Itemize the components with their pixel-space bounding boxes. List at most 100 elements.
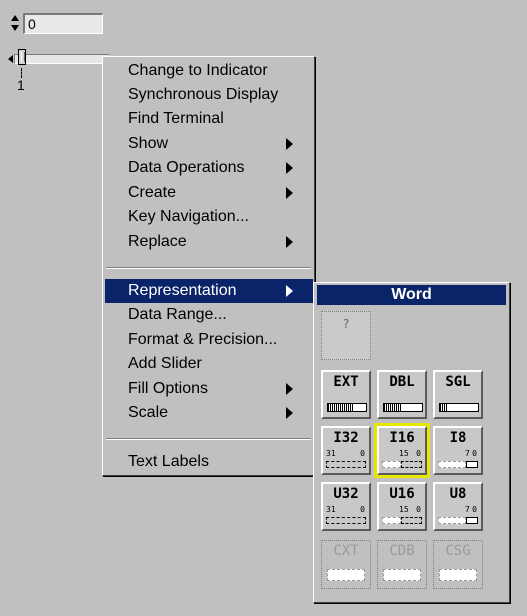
menu-item-label: Add Slider — [128, 355, 202, 372]
increment-arrow-icon[interactable] — [11, 15, 19, 21]
type-csg-button: CSG — [433, 540, 483, 589]
decrement-arrow-icon[interactable] — [11, 25, 19, 31]
menu-item-format-precision[interactable]: Format & Precision... — [105, 328, 313, 352]
menu-item-label: Key Navigation... — [128, 208, 249, 225]
menu-item-synchronous-display[interactable]: Synchronous Display — [105, 83, 313, 107]
type-label: SGL — [445, 374, 471, 390]
menu-item-label: Change to Indicator — [128, 62, 268, 79]
integer-bits-icon — [466, 517, 478, 524]
unused-bits-icon — [438, 517, 466, 524]
bits-low-label: 0 — [472, 505, 477, 514]
menu-item-label: Synchronous Display — [128, 86, 279, 103]
type-cxt-button: CXT — [321, 540, 371, 589]
type-sgl-button[interactable]: SGL — [433, 370, 483, 419]
context-menu: Change to Indicator Synchronous Display … — [102, 56, 315, 476]
submenu-arrow-icon — [286, 407, 293, 419]
menu-item-change-to-indicator[interactable]: Change to Indicator — [105, 59, 313, 83]
type-label: CDB — [389, 543, 415, 559]
complex-bits-icon — [439, 569, 477, 581]
float-bits-icon — [439, 403, 479, 412]
menu-item-scale[interactable]: Scale — [105, 401, 313, 425]
menu-item-replace[interactable]: Replace — [105, 230, 313, 254]
type-label: DBL — [389, 374, 415, 390]
float-bits-icon — [383, 403, 423, 412]
type-ext-button[interactable]: EXT — [321, 370, 371, 419]
bits-high-label: 7 — [465, 449, 470, 458]
bits-high-label: 31 — [326, 449, 336, 458]
integer-bits-icon — [466, 461, 478, 468]
type-label: I32 — [333, 430, 359, 446]
integer-bits-icon — [401, 517, 422, 524]
bits-high-label: 31 — [326, 505, 336, 514]
menu-item-fill-options[interactable]: Fill Options — [105, 377, 313, 401]
integer-bits-icon — [326, 517, 366, 524]
type-label: I16 — [389, 430, 415, 446]
integer-bits-icon — [326, 461, 366, 468]
submenu-arrow-icon — [286, 285, 293, 297]
menu-item-label: Representation — [128, 282, 237, 299]
menu-item-text-labels[interactable]: Text Labels — [105, 450, 313, 474]
type-label: U32 — [333, 486, 359, 502]
bits-low-label: 0 — [360, 449, 365, 458]
menu-item-label: Text Labels — [128, 453, 209, 470]
float-bits-icon — [327, 403, 367, 412]
bits-low-label: 0 — [416, 449, 421, 458]
bits-low-label: 0 — [416, 505, 421, 514]
menu-item-label: Fill Options — [128, 380, 209, 397]
complex-bits-icon — [327, 569, 365, 581]
submenu-arrow-icon — [286, 187, 293, 199]
menu-item-show[interactable]: Show — [105, 132, 313, 156]
submenu-arrow-icon — [286, 138, 293, 150]
numeric-value-field[interactable]: 0 — [23, 12, 103, 34]
bits-high-label: 15 — [399, 449, 409, 458]
slider-scale-label: 1 — [17, 77, 25, 93]
menu-item-find-terminal[interactable]: Find Terminal — [105, 107, 313, 131]
menu-item-label: Data Range... — [128, 306, 227, 323]
menu-separator — [106, 438, 311, 440]
slider-thumb[interactable] — [18, 49, 26, 65]
type-i16-button[interactable]: I16 15 0 — [374, 423, 430, 478]
integer-bits-icon — [401, 461, 422, 468]
representation-palette: Word ? EXT DBL SGL I32 31 0 I16 15 0 I8 … — [313, 282, 510, 603]
menu-separator — [106, 267, 311, 269]
type-u8-button[interactable]: U8 7 0 — [433, 482, 483, 531]
bits-low-label: 0 — [472, 449, 477, 458]
menu-item-create[interactable]: Create — [105, 181, 313, 205]
menu-item-label: Format & Precision... — [128, 331, 278, 348]
submenu-arrow-icon — [286, 383, 293, 395]
type-cdb-button: CDB — [377, 540, 427, 589]
menu-item-label: Scale — [128, 404, 169, 421]
type-i8-button[interactable]: I8 7 0 — [433, 426, 483, 475]
type-u32-button[interactable]: U32 31 0 — [321, 482, 371, 531]
slider-track[interactable] — [14, 54, 109, 64]
type-label: U16 — [389, 486, 415, 502]
menu-item-key-navigation[interactable]: Key Navigation... — [105, 205, 313, 229]
bits-high-label: 15 — [399, 505, 409, 514]
menu-item-label: Create — [128, 184, 177, 201]
numeric-control: 0 — [10, 12, 103, 34]
complex-bits-icon — [383, 569, 421, 581]
slider-decrement-arrow-icon[interactable] — [8, 55, 13, 63]
type-u16-button[interactable]: U16 15 0 — [377, 482, 427, 531]
type-label: I8 — [449, 430, 467, 446]
menu-item-label: Replace — [128, 233, 187, 250]
palette-title: Word — [317, 285, 506, 305]
submenu-arrow-icon — [286, 236, 293, 248]
type-unknown-button: ? — [321, 311, 371, 360]
type-dbl-button[interactable]: DBL — [377, 370, 427, 419]
unused-bits-icon — [438, 461, 466, 468]
unused-bits-icon — [382, 461, 401, 468]
menu-item-data-range[interactable]: Data Range... — [105, 303, 313, 327]
type-i32-button[interactable]: I32 31 0 — [321, 426, 371, 475]
menu-item-label: Data Operations — [128, 159, 245, 176]
menu-item-label: Find Terminal — [128, 110, 224, 127]
type-label: U8 — [449, 486, 467, 502]
menu-item-add-slider[interactable]: Add Slider — [105, 352, 313, 376]
type-label: ? — [342, 317, 350, 331]
submenu-arrow-icon — [286, 162, 293, 174]
increment-decrement-stepper[interactable] — [10, 12, 21, 34]
type-label: EXT — [333, 374, 359, 390]
menu-item-data-operations[interactable]: Data Operations — [105, 156, 313, 180]
menu-item-representation[interactable]: Representation — [105, 279, 313, 303]
unused-bits-icon — [382, 517, 401, 524]
